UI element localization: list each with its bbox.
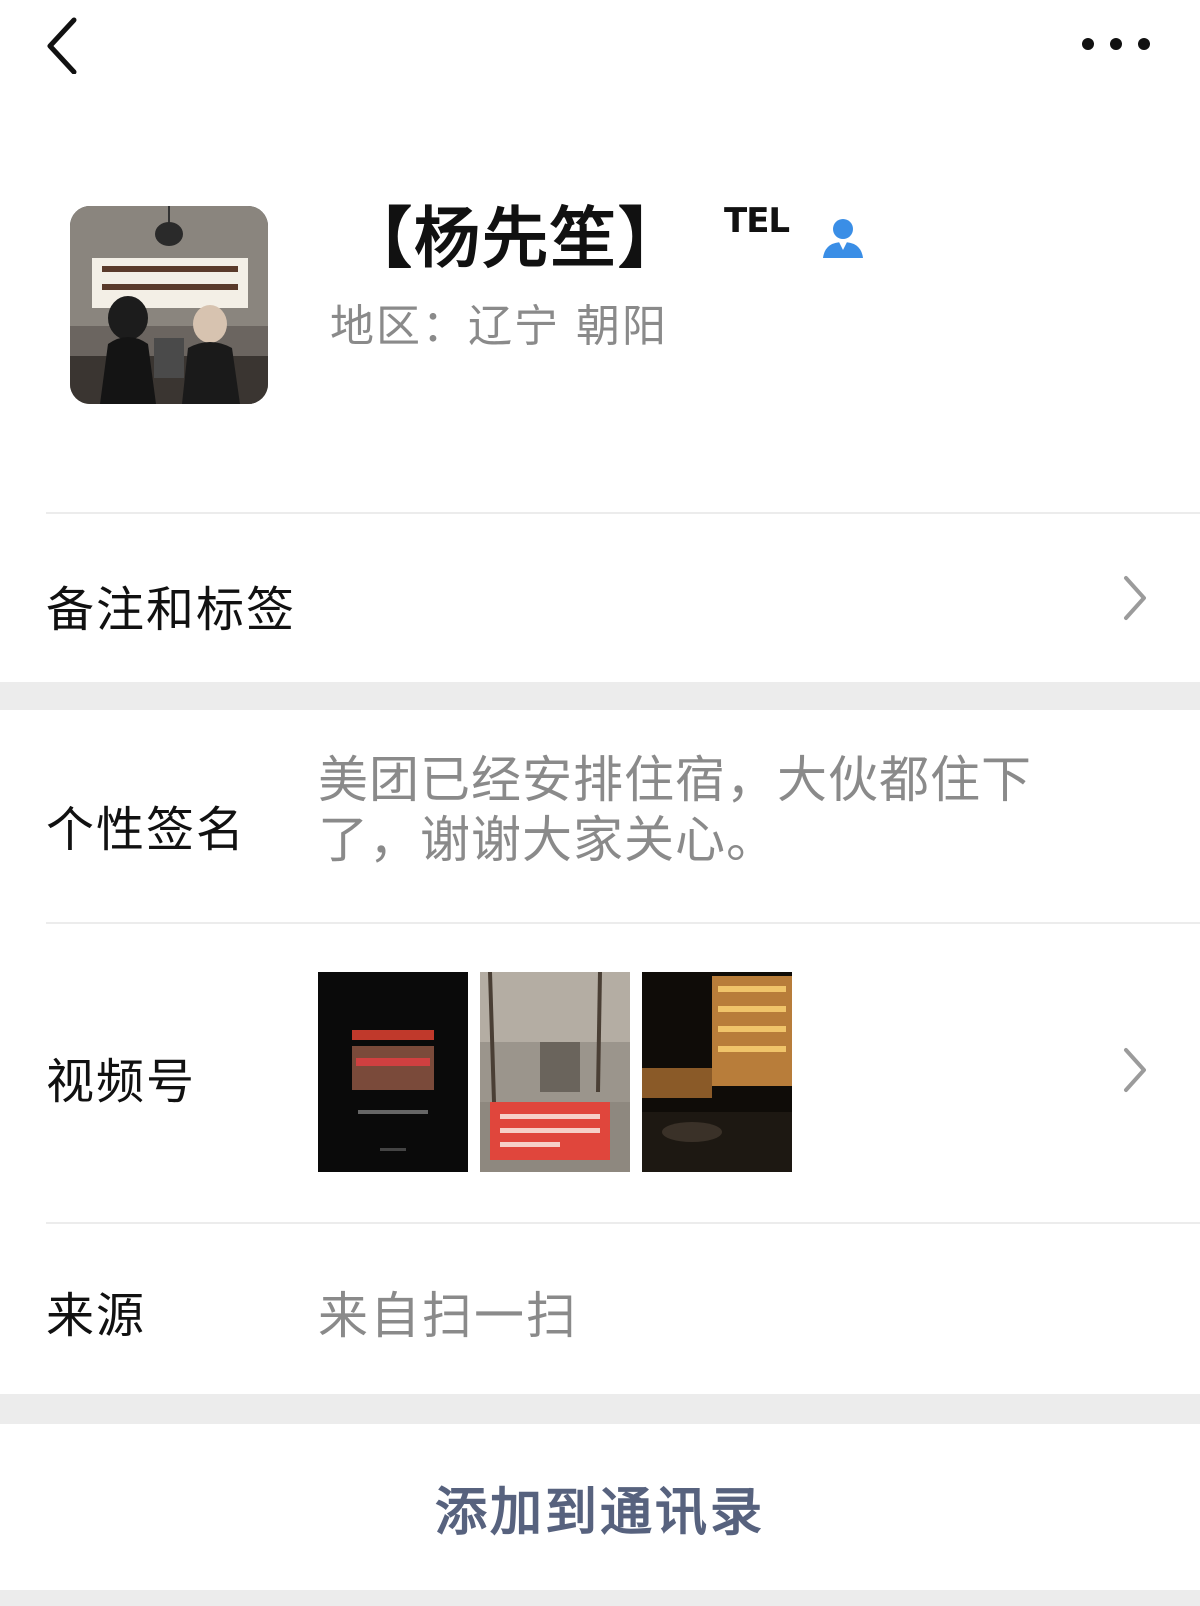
section-gap: [0, 1394, 1200, 1424]
tel-badge: TEL: [724, 201, 790, 241]
add-to-contacts-button[interactable]: 添加到通讯录: [0, 1424, 1200, 1590]
source-row: 来源 来自扫一扫: [0, 1224, 1200, 1394]
source-label: 来源: [46, 1288, 147, 1344]
chevron-right-icon: [1124, 1048, 1146, 1092]
bottom-gap: [0, 1590, 1200, 1606]
channels-label: 视频号: [46, 1054, 197, 1110]
video-thumbnail[interactable]: [480, 972, 630, 1172]
more-dots-icon: [1082, 38, 1150, 50]
chevron-left-icon: [47, 17, 77, 75]
back-button[interactable]: [40, 14, 90, 75]
channels-thumbnails: [318, 972, 792, 1172]
region-text: 地区：辽宁 朝阳: [330, 301, 668, 352]
section-gap: [0, 682, 1200, 710]
source-value: 来自扫一扫: [318, 1287, 578, 1345]
person-icon: [823, 219, 864, 258]
signature-text: 美团已经安排住宿，大伙都住下了，谢谢大家关心。: [318, 751, 1032, 869]
channels-row[interactable]: 视频号: [0, 924, 1200, 1222]
remark-tags-row[interactable]: 备注和标签: [0, 514, 1200, 682]
avatar[interactable]: [70, 206, 268, 404]
video-thumbnail[interactable]: [642, 972, 792, 1172]
contact-name: 【杨先笙】: [346, 200, 686, 277]
signature-label: 个性签名: [46, 802, 247, 858]
add-to-contacts-label: 添加到通讯录: [434, 1482, 765, 1543]
top-bar: [0, 0, 1200, 120]
name-row: 【杨先笙】 TEL: [346, 188, 867, 278]
chevron-right-icon: [1124, 576, 1146, 620]
video-thumbnail[interactable]: [318, 972, 468, 1172]
more-button[interactable]: [1078, 26, 1154, 62]
remark-tags-label: 备注和标签: [46, 582, 297, 638]
signature-row: 个性签名 美团已经安排住宿，大伙都住下了，谢谢大家关心。: [0, 710, 1200, 922]
profile-header: 【杨先笙】 TEL 地区：辽宁 朝阳: [0, 120, 1200, 512]
